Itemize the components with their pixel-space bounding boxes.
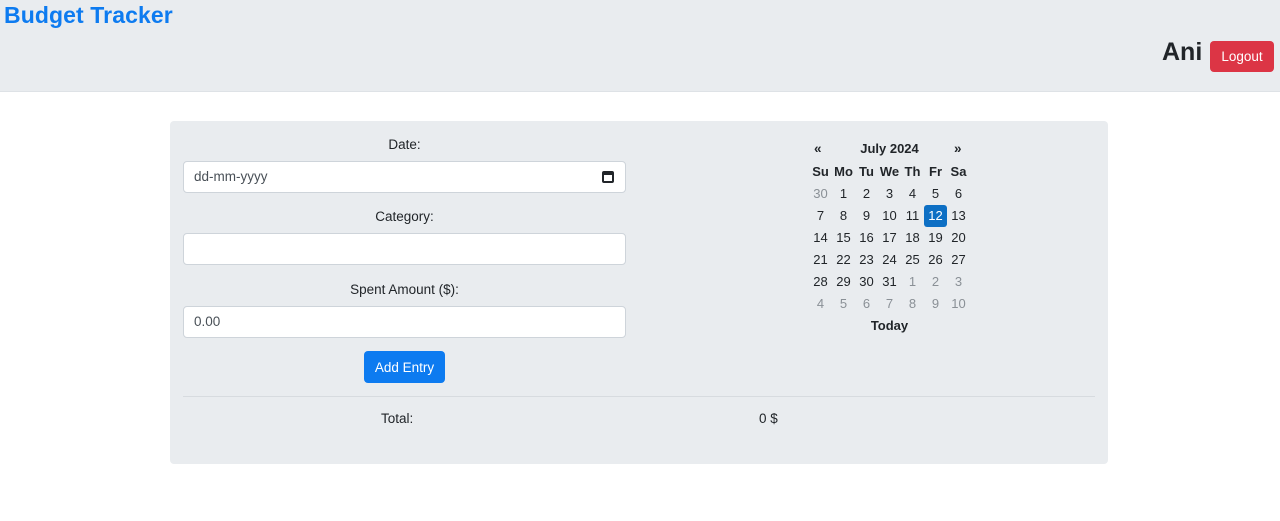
calendar-day[interactable]: 7 [809, 205, 832, 227]
calendar-day[interactable]: 5 [832, 293, 855, 315]
calendar-day[interactable]: 17 [878, 227, 901, 249]
calendar-header: July 2024 « » [809, 139, 970, 161]
calendar-day[interactable]: 4 [901, 183, 924, 205]
calendar-day[interactable]: 3 [878, 183, 901, 205]
calendar-day[interactable]: 9 [924, 293, 947, 315]
brand-link[interactable]: Budget Tracker [4, 2, 173, 29]
calendar-day[interactable]: 19 [924, 227, 947, 249]
calendar-day[interactable]: 20 [947, 227, 970, 249]
date-placeholder: dd-mm-yyyy [194, 169, 268, 184]
calendar-day[interactable]: 13 [947, 205, 970, 227]
date-input[interactable]: dd-mm-yyyy [183, 161, 626, 193]
calendar-day[interactable]: 2 [924, 271, 947, 293]
calendar-day[interactable]: 16 [855, 227, 878, 249]
calendar-day[interactable]: 14 [809, 227, 832, 249]
weekday-header: Mo [834, 164, 853, 179]
calendar-day[interactable]: 1 [832, 183, 855, 205]
calendar-day[interactable]: 24 [878, 249, 901, 271]
calendar-day[interactable]: 29 [832, 271, 855, 293]
next-month-button[interactable]: » [954, 141, 962, 156]
calendar-day[interactable]: 25 [901, 249, 924, 271]
category-label: Category: [375, 209, 434, 224]
username: Ani [1162, 38, 1203, 66]
calendar-day[interactable]: 10 [947, 293, 970, 315]
calendar-icon[interactable] [602, 171, 614, 183]
calendar-day[interactable]: 21 [809, 249, 832, 271]
weekday-header: We [879, 164, 900, 179]
calendar-day[interactable]: 4 [809, 293, 832, 315]
add-entry-button[interactable]: Add Entry [364, 351, 445, 383]
weekday-header: Sa [950, 164, 967, 179]
weekday-header: Fr [929, 164, 942, 179]
today-button[interactable]: Today [809, 318, 970, 333]
calendar-widget: July 2024 « » Su Mo Tu We Th Fr Sa 30 1 2 3 4 5 6 7 8 9 1… [809, 139, 970, 333]
calendar-day[interactable]: 22 [832, 249, 855, 271]
calendar-day-selected[interactable]: 12 [924, 205, 947, 227]
calendar-day[interactable]: 1 [901, 271, 924, 293]
prev-month-button[interactable]: « [814, 141, 822, 156]
calendar-day[interactable]: 18 [901, 227, 924, 249]
divider [183, 396, 1095, 397]
amount-label: Spent Amount ($): [350, 282, 459, 297]
calendar-day[interactable]: 15 [832, 227, 855, 249]
calendar-day[interactable]: 3 [947, 271, 970, 293]
calendar-day[interactable]: 8 [832, 205, 855, 227]
weekday-header: Th [904, 164, 921, 179]
total-label: Total: [381, 411, 414, 426]
calendar-day[interactable]: 28 [809, 271, 832, 293]
total-value: 0 $ [759, 411, 778, 426]
calendar-day[interactable]: 8 [901, 293, 924, 315]
budget-panel: Date: dd-mm-yyyy Category: Spent Amount … [170, 121, 1108, 464]
calendar-day[interactable]: 5 [924, 183, 947, 205]
calendar-month-title: July 2024 [860, 141, 919, 156]
calendar-day[interactable]: 30 [809, 183, 832, 205]
calendar-day[interactable]: 30 [855, 271, 878, 293]
category-input[interactable] [183, 233, 626, 265]
weekday-header: Tu [859, 164, 874, 179]
calendar-day[interactable]: 27 [947, 249, 970, 271]
calendar-grid: Su Mo Tu We Th Fr Sa 30 1 2 3 4 5 6 7 8 9 10 11 12 13 14 15 16 1… [809, 161, 970, 315]
navbar: Budget Tracker Ani Logout [0, 0, 1280, 92]
calendar-day[interactable]: 6 [947, 183, 970, 205]
calendar-day[interactable]: 23 [855, 249, 878, 271]
logout-button[interactable]: Logout [1210, 41, 1274, 72]
weekday-header: Su [812, 164, 829, 179]
calendar-day[interactable]: 9 [855, 205, 878, 227]
date-label: Date: [388, 137, 421, 152]
calendar-day[interactable]: 11 [901, 205, 924, 227]
amount-input[interactable]: 0.00 [183, 306, 626, 338]
calendar-day[interactable]: 10 [878, 205, 901, 227]
calendar-day[interactable]: 6 [855, 293, 878, 315]
calendar-day[interactable]: 7 [878, 293, 901, 315]
calendar-day[interactable]: 31 [878, 271, 901, 293]
calendar-day[interactable]: 2 [855, 183, 878, 205]
calendar-day[interactable]: 26 [924, 249, 947, 271]
